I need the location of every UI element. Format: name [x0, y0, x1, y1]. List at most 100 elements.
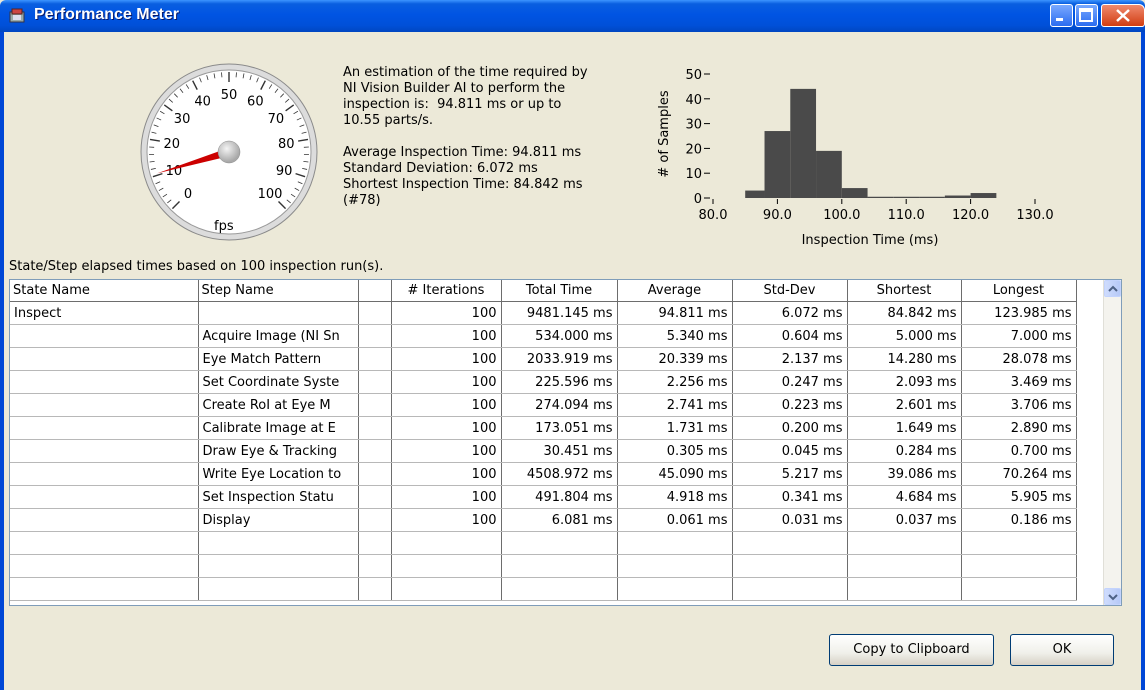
- table-cell: 0.604 ms: [732, 324, 848, 348]
- table-cell: 3.469 ms: [961, 370, 1077, 394]
- table-cell: [847, 531, 962, 555]
- table-cell: 2.741 ms: [617, 393, 733, 417]
- table-cell: 5.217 ms: [732, 462, 848, 486]
- table-cell: 5.905 ms: [961, 485, 1077, 509]
- chevron-up-icon: [1108, 285, 1118, 292]
- shortest-inspection-index: (#78): [343, 193, 381, 208]
- histogram-bar: [841, 188, 868, 198]
- table-vertical-scrollbar[interactable]: [1103, 280, 1121, 605]
- table-cell: 2.093 ms: [847, 370, 962, 394]
- elapsed-times-table[interactable]: State Name Step Name # Iterations Total Tim…: [9, 279, 1122, 606]
- table-cell: 534.000 ms: [501, 324, 618, 348]
- table-cell: Inspect: [10, 301, 199, 325]
- table-row[interactable]: Create RoI at Eye M 100 274.094 ms 2.741 ms…: [10, 393, 1077, 417]
- table-row[interactable]: Acquire Image (NI Sn 100 534.000 ms 5.340 m…: [10, 324, 1077, 348]
- table-row[interactable]: Inspect 100 9481.145 ms 94.811 ms 6.072 ms 84…: [10, 301, 1077, 325]
- table-row[interactable]: Set Inspection Statu 100 491.804 ms 4.918 m…: [10, 485, 1077, 509]
- histogram-y-axis-label: # of Samples: [657, 90, 672, 177]
- column-header[interactable]: State Name: [10, 280, 199, 302]
- table-cell: [358, 485, 392, 509]
- column-header[interactable]: Step Name: [198, 280, 359, 302]
- table-cell: 100: [391, 416, 502, 440]
- table-row[interactable]: Calibrate Image at E 100 173.051 ms 1.731 m…: [10, 416, 1077, 440]
- gauge-tick-label: 20: [163, 137, 180, 152]
- table-cell: Write Eye Location to: [198, 462, 359, 486]
- table-row[interactable]: Draw Eye & Tracking 100 30.451 ms 0.305 ms 0…: [10, 439, 1077, 463]
- scroll-up-button[interactable]: [1104, 280, 1121, 297]
- column-header[interactable]: [358, 280, 392, 302]
- column-header[interactable]: Std-Dev: [732, 280, 848, 302]
- y-axis-tick-label: 30: [685, 118, 702, 133]
- column-header[interactable]: # Iterations: [391, 280, 502, 302]
- table-row[interactable]: [10, 577, 1077, 601]
- gauge-tick-label: 60: [247, 94, 264, 109]
- table-cell: [358, 439, 392, 463]
- table-cell: [501, 531, 618, 555]
- table-cell: 84.842 ms: [847, 301, 962, 325]
- x-axis-tick-label: 120.0: [952, 208, 989, 223]
- column-header[interactable]: Average: [617, 280, 733, 302]
- table-cell: 0.341 ms: [732, 485, 848, 509]
- table-cell: 2.137 ms: [732, 347, 848, 371]
- table-cell: 39.086 ms: [847, 462, 962, 486]
- inspection-time-histogram: 0102030405080.0 90.0 100.0 110.0 120.0 130.0 …: [657, 68, 1054, 248]
- table-row[interactable]: [10, 554, 1077, 578]
- table-cell: Calibrate Image at E: [198, 416, 359, 440]
- column-header[interactable]: Shortest: [847, 280, 962, 302]
- table-cell: Create RoI at Eye M: [198, 393, 359, 417]
- table-cell: [10, 577, 199, 601]
- table-cell: [617, 554, 733, 578]
- table-cell: [358, 416, 392, 440]
- table-cell: Display: [198, 508, 359, 532]
- table-cell: [391, 554, 502, 578]
- table-cell: [391, 577, 502, 601]
- table-cell: [501, 577, 618, 601]
- table-cell: [391, 531, 502, 555]
- table-row[interactable]: [10, 531, 1077, 555]
- table-cell: [10, 554, 199, 578]
- y-axis-tick-label: 40: [685, 93, 702, 108]
- table-cell: 94.811 ms: [617, 301, 733, 325]
- histogram-bar: [816, 150, 842, 198]
- table-cell: [961, 554, 1077, 578]
- histogram-bar: [764, 131, 791, 198]
- table-row[interactable]: Eye Match Pattern 100 2033.919 ms 20.339 ms…: [10, 347, 1077, 371]
- table-row[interactable]: Write Eye Location to 100 4508.972 ms 45.09…: [10, 462, 1077, 486]
- window-frame-right: [1141, 32, 1145, 690]
- table-cell: 4.918 ms: [617, 485, 733, 509]
- table-cell: [358, 508, 392, 532]
- table-cell: [961, 577, 1077, 601]
- x-axis-tick-label: 90.0: [763, 208, 792, 223]
- column-header[interactable]: Longest: [961, 280, 1077, 302]
- gauge-tick-label: 30: [174, 112, 191, 127]
- table-cell: 0.200 ms: [732, 416, 848, 440]
- table-cell: 9481.145 ms: [501, 301, 618, 325]
- y-axis-tick-label: 20: [685, 142, 702, 157]
- table-cell: 4.684 ms: [847, 485, 962, 509]
- table-cell: Draw Eye & Tracking: [198, 439, 359, 463]
- table-cell: 100: [391, 485, 502, 509]
- performance-meter-window: Performance Meter 0 10 20 30 40 50 60 70 80 90 100…: [0, 0, 1145, 690]
- table-cell: 0.305 ms: [617, 439, 733, 463]
- table-cell: [847, 554, 962, 578]
- scroll-down-button[interactable]: [1104, 588, 1121, 605]
- title-bar[interactable]: Performance Meter: [0, 0, 1145, 32]
- table-row[interactable]: Set Coordinate Syste 100 225.596 ms 2.256 m…: [10, 370, 1077, 394]
- copy-to-clipboard-button[interactable]: Copy to Clipboard: [829, 634, 994, 666]
- table-cell: [358, 554, 392, 578]
- histogram-bar: [745, 190, 765, 198]
- table-cell: 100: [391, 301, 502, 325]
- ok-button[interactable]: OK: [1010, 634, 1114, 666]
- minimize-button[interactable]: [1050, 4, 1073, 27]
- maximize-button[interactable]: [1075, 4, 1098, 27]
- table-cell: [10, 347, 199, 371]
- table-cell: 70.264 ms: [961, 462, 1077, 486]
- table-cell: 100: [391, 370, 502, 394]
- close-button[interactable]: [1101, 4, 1145, 27]
- table-cell: 0.061 ms: [617, 508, 733, 532]
- table-cell: [732, 577, 848, 601]
- average-inspection-time: Average Inspection Time: 94.811 ms: [343, 145, 582, 160]
- table-row[interactable]: Display 100 6.081 ms 0.061 ms 0.031 ms 0.037 …: [10, 508, 1077, 532]
- window-title: Performance Meter: [34, 6, 179, 23]
- column-header[interactable]: Total Time: [501, 280, 618, 302]
